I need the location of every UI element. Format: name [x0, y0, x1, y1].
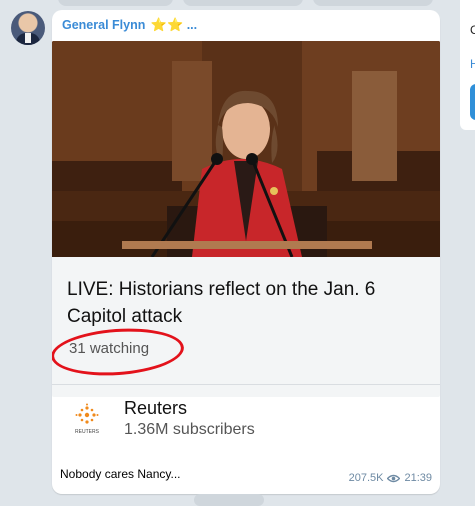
- top-date-pill-right: [313, 0, 433, 6]
- top-date-pill-mid: [183, 0, 303, 6]
- top-date-pill-left: [58, 0, 173, 6]
- sender-suffix: ...: [186, 18, 198, 32]
- side-panel-button[interactable]: [470, 84, 475, 120]
- link-preview[interactable]: LIVE: Historians reflect on the Jan. 6 C…: [52, 41, 440, 397]
- message-caption: Nobody cares Nancy...: [60, 467, 181, 481]
- video-title[interactable]: LIVE: Historians reflect on the Jan. 6 C…: [67, 276, 432, 330]
- star-icon: ⭐⭐: [150, 17, 184, 32]
- sender-name[interactable]: General Flynn ⭐⭐ ...: [62, 17, 197, 33]
- message-bubble[interactable]: General Flynn ⭐⭐ ... LIVE: Historians re…: [52, 10, 440, 494]
- message-time: 21:39: [404, 472, 432, 484]
- channel-subscribers: 1.36M subscribers: [124, 421, 255, 438]
- reuters-logo[interactable]: REUTERS: [72, 403, 102, 435]
- bottom-date-pill: [194, 494, 264, 506]
- message-meta: 207.5K 21:39: [349, 472, 432, 484]
- avatar[interactable]: [11, 11, 45, 45]
- eye-icon: [387, 474, 401, 482]
- channel-name[interactable]: Reuters: [124, 398, 187, 419]
- side-panel-link[interactable]: H: [470, 57, 475, 71]
- avatar-shirt: [25, 33, 31, 43]
- sender-name-text: General Flynn: [62, 18, 146, 32]
- thumbnail-image: [52, 41, 440, 257]
- view-count: 207.5K: [348, 472, 384, 484]
- reuters-logo-text: REUTERS: [75, 429, 100, 435]
- highlight-circle: [52, 324, 186, 380]
- side-panel-card[interactable]: C H: [460, 0, 475, 130]
- side-panel-text: C: [470, 23, 475, 37]
- preview-divider: [52, 384, 440, 385]
- video-thumbnail[interactable]: [52, 41, 440, 257]
